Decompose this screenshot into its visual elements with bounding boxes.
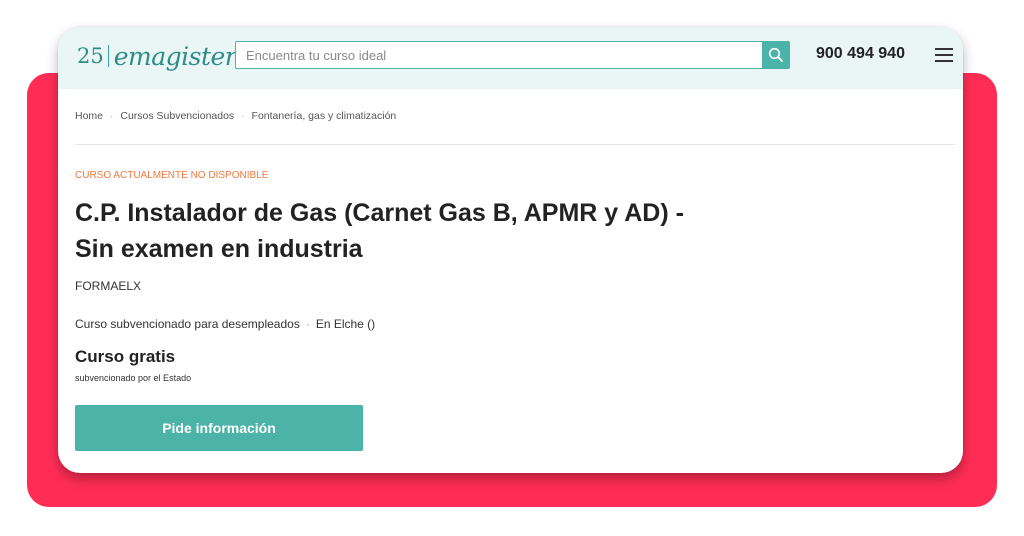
site-header: 25 emagister: 900 494 940 — [58, 27, 963, 89]
request-info-button[interactable]: Pide información — [75, 405, 363, 451]
search-input[interactable] — [235, 41, 762, 69]
search-icon — [768, 47, 783, 62]
breadcrumb-home[interactable]: Home — [75, 110, 103, 122]
breadcrumb-separator: · — [241, 110, 245, 122]
browser-card: 25 emagister: 900 494 940 Home · Cursos … — [58, 27, 963, 473]
breadcrumb: Home · Cursos Subvencionados · Fontanerí… — [75, 110, 396, 122]
section-divider — [75, 144, 955, 145]
course-location: En Elche () — [315, 317, 376, 331]
phone-number[interactable]: 900 494 940 — [816, 45, 905, 63]
course-title: C.P. Instalador de Gas (Carnet Gas B, AP… — [75, 199, 684, 263]
logo-divider — [107, 45, 109, 67]
course-price: Curso gratis — [75, 347, 176, 366]
course-modality: Curso subvencionado para desempleados — [75, 317, 300, 331]
search-button[interactable] — [762, 41, 790, 69]
logo-anniversary-number: 25 — [77, 44, 104, 68]
breadcrumb-category[interactable]: Fontanería, gas y climatización — [252, 110, 397, 122]
price-note: subvencionado por el Estado — [75, 373, 192, 383]
search-bar — [235, 41, 790, 69]
breadcrumb-separator: · — [110, 110, 114, 122]
meta-separator: · — [305, 317, 310, 331]
course-provider[interactable]: FORMAELX — [75, 279, 141, 293]
site-logo[interactable]: 25 emagister: — [77, 40, 245, 72]
breadcrumb-subsidized-courses[interactable]: Cursos Subvencionados — [120, 110, 234, 122]
logo-wordmark: emagister: — [113, 41, 245, 71]
course-meta: Curso subvencionado para desempleados · En… — [75, 317, 375, 331]
availability-status: CURSO ACTUALMENTE NO DISPONIBLE — [75, 170, 269, 181]
hamburger-menu-icon[interactable] — [935, 47, 953, 63]
